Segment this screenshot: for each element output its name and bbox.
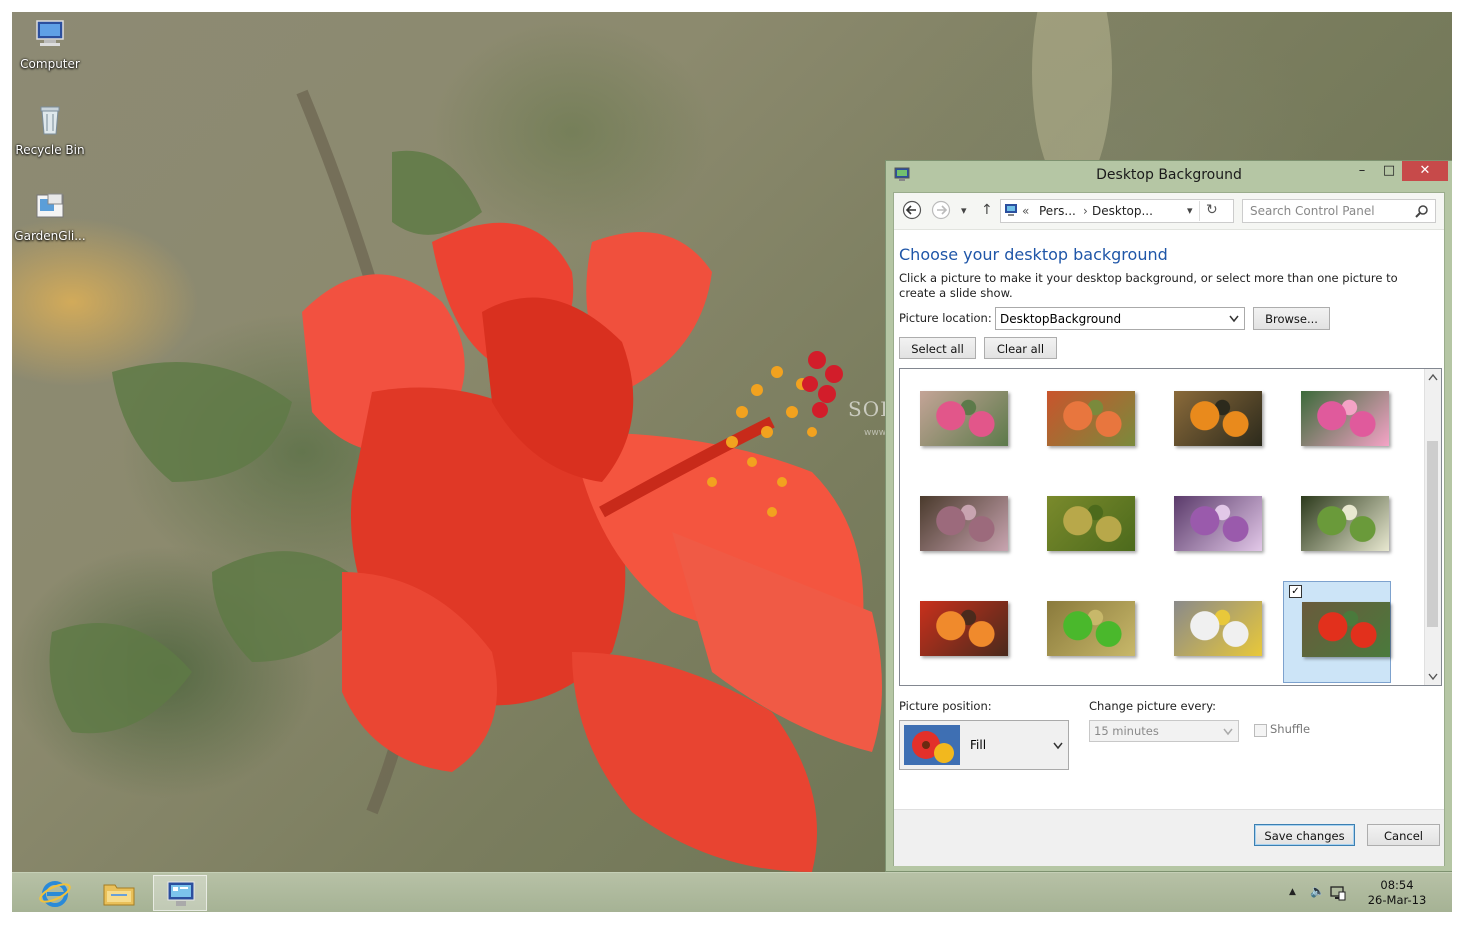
thumbnail-image <box>1047 496 1135 551</box>
wallpaper-thumbnail[interactable] <box>1283 371 1391 473</box>
breadcrumb-desktop-background[interactable]: Desktop... <box>1092 204 1153 218</box>
thumbnail-image <box>1301 496 1389 551</box>
picture-position-select[interactable]: Fill <box>899 720 1069 770</box>
wallpaper-thumbnail[interactable] <box>1029 371 1137 473</box>
volume-icon[interactable]: 🔈 <box>1310 884 1325 898</box>
chevron-down-icon <box>1223 728 1233 736</box>
wallpaper-thumbnail[interactable] <box>1156 476 1264 578</box>
scroll-up-icon[interactable] <box>1428 373 1438 381</box>
picture-location-label: Picture location: <box>899 311 992 325</box>
chevron-down-icon <box>1229 315 1239 323</box>
picture-position-value: Fill <box>970 738 987 752</box>
control-panel-icon <box>1005 204 1017 216</box>
thumbnail-image <box>920 601 1008 656</box>
refresh-button[interactable]: ↻ <box>1206 202 1218 218</box>
close-button[interactable]: ✕ <box>1402 161 1448 181</box>
internet-explorer-icon <box>39 881 71 907</box>
title-bar[interactable]: Desktop Background – □ ✕ <box>886 161 1452 189</box>
thumbnail-image <box>920 391 1008 446</box>
wallpaper-thumbnail[interactable] <box>902 581 1010 683</box>
minimize-button[interactable]: – <box>1348 161 1376 181</box>
scroll-down-icon[interactable] <box>1428 673 1438 681</box>
taskbar-file-explorer[interactable] <box>92 875 146 911</box>
dialog-footer: Save changes Cancel <box>894 809 1444 866</box>
desktop-icon-recycle-bin[interactable]: Recycle Bin <box>12 104 88 157</box>
show-hidden-icons[interactable]: ▲ <box>1289 887 1296 897</box>
recent-locations-dropdown[interactable]: ▾ <box>961 204 967 217</box>
save-changes-button[interactable]: Save changes <box>1254 824 1355 846</box>
desktop-icon-label: Computer <box>20 57 80 71</box>
select-all-button[interactable]: Select all <box>899 337 976 359</box>
cancel-button[interactable]: Cancel <box>1367 824 1440 846</box>
desktop-icon-computer[interactable]: Computer <box>12 18 88 71</box>
thumbnail-checkbox[interactable]: ✓ <box>1289 585 1302 598</box>
address-divider <box>1199 201 1200 221</box>
address-bar[interactable]: « Pers... › Desktop... ▾ ↻ <box>1000 199 1234 223</box>
gallery-scrollbar[interactable] <box>1424 369 1441 685</box>
desktop-icon-label: GardenGli... <box>14 229 86 243</box>
chevron-down-icon <box>1053 742 1063 750</box>
desktop: SOFTPEDIA www.softpedia.com Computer Rec… <box>12 12 1452 912</box>
network-icon[interactable] <box>1330 885 1346 901</box>
search-placeholder: Search Control Panel <box>1250 204 1375 218</box>
thumbnail-image <box>1047 601 1135 656</box>
page-heading: Choose your desktop background <box>899 245 1168 264</box>
search-icon[interactable] <box>1415 204 1429 218</box>
clock-time: 08:54 <box>1380 878 1414 892</box>
thumbnail-image <box>920 496 1008 551</box>
shuffle-label: Shuffle <box>1270 722 1311 736</box>
picture-position-label: Picture position: <box>899 699 992 713</box>
breadcrumb-separator[interactable]: › <box>1083 204 1088 218</box>
wallpaper-thumbnail[interactable] <box>1029 476 1137 578</box>
desktop-background-window: Desktop Background – □ ✕ ▾ ↑ « Pers... ›… <box>885 160 1452 872</box>
change-interval-select[interactable]: 15 minutes <box>1089 720 1239 742</box>
thumbnail-image <box>1301 391 1389 446</box>
back-icon[interactable] <box>902 200 922 220</box>
maximize-button[interactable]: □ <box>1376 161 1402 181</box>
computer-icon <box>36 20 64 46</box>
search-box[interactable]: Search Control Panel <box>1242 199 1436 223</box>
scrollbar-thumb[interactable] <box>1427 441 1438 627</box>
window-client: ▾ ↑ « Pers... › Desktop... ▾ ↻ Search Co… <box>893 192 1445 866</box>
wallpaper-thumbnail[interactable] <box>1156 371 1264 473</box>
recycle-bin-icon <box>40 106 60 135</box>
breadcrumb-personalization[interactable]: Pers... <box>1039 204 1076 218</box>
desktop-icon-gardenglimpse[interactable]: GardenGli... <box>12 190 88 243</box>
desktop-icon-label: Recycle Bin <box>15 143 85 157</box>
control-panel-icon <box>167 881 195 906</box>
taskbar-control-panel[interactable] <box>153 875 207 911</box>
wallpaper-thumbnail[interactable] <box>1029 581 1137 683</box>
picture-gallery: ✓ <box>899 368 1442 686</box>
wallpaper-thumbnail[interactable] <box>1283 476 1391 578</box>
thumbnail-image <box>1174 391 1262 446</box>
folder-icon <box>103 884 135 906</box>
forward-icon[interactable] <box>931 200 951 220</box>
thumbnail-image <box>1302 602 1390 657</box>
fill-preview-icon <box>904 725 960 765</box>
thumbnail-image <box>1047 391 1135 446</box>
system-clock[interactable]: 08:54 26-Mar-13 <box>1362 878 1432 908</box>
wallpaper-thumbnail[interactable]: ✓ <box>1283 581 1391 683</box>
theme-file-icon <box>36 193 64 218</box>
picture-location-value: DesktopBackground <box>1000 312 1122 326</box>
breadcrumb-overflow[interactable]: « <box>1022 204 1029 218</box>
up-button[interactable]: ↑ <box>981 202 993 218</box>
shuffle-checkbox[interactable] <box>1254 724 1267 737</box>
browse-button[interactable]: Browse... <box>1253 307 1330 330</box>
taskbar: ▲ 🔈 08:54 26-Mar-13 <box>12 872 1452 912</box>
clock-date: 26-Mar-13 <box>1367 893 1427 907</box>
page-description: Click a picture to make it your desktop … <box>899 271 1398 300</box>
address-dropdown[interactable]: ▾ <box>1187 204 1193 217</box>
change-picture-label: Change picture every: <box>1089 699 1217 713</box>
thumbnail-image <box>1174 601 1262 656</box>
clear-all-button[interactable]: Clear all <box>984 337 1057 359</box>
wallpaper-thumbnail[interactable] <box>1156 581 1264 683</box>
change-interval-value: 15 minutes <box>1094 724 1159 738</box>
wallpaper-thumbnail[interactable] <box>902 371 1010 473</box>
taskbar-internet-explorer[interactable] <box>28 875 82 911</box>
wallpaper-thumbnail[interactable] <box>902 476 1010 578</box>
thumbnail-image <box>1174 496 1262 551</box>
picture-location-select[interactable]: DesktopBackground <box>995 307 1245 330</box>
navigation-bar: ▾ ↑ « Pers... › Desktop... ▾ ↻ Search Co… <box>894 193 1444 230</box>
